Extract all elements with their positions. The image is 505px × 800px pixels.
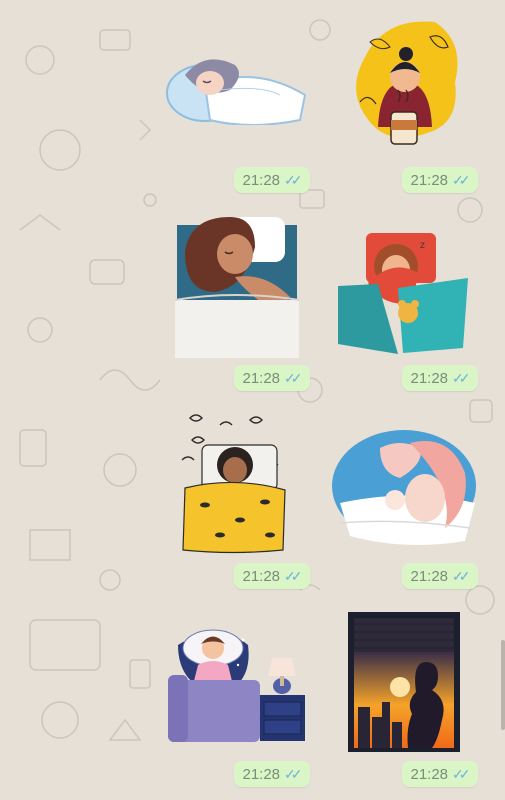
message-timestamp-6: 21:28 ✓✓ <box>402 563 478 589</box>
message-timestamp-4: 21:28 ✓✓ <box>402 365 478 391</box>
sticker-sleeping-woman-pillow[interactable] <box>165 45 310 125</box>
time-text: 21:28 <box>242 765 281 783</box>
sticker-pregnant-woman-window[interactable] <box>348 612 460 752</box>
read-ticks-icon: ✓✓ <box>452 765 471 782</box>
read-ticks-icon: ✓✓ <box>284 171 303 188</box>
time-text: 21:28 <box>410 171 449 189</box>
read-ticks-icon: ✓✓ <box>284 369 303 386</box>
message-timestamp-8: 21:28 ✓✓ <box>402 761 478 787</box>
read-ticks-icon: ✓✓ <box>284 567 303 584</box>
chat-scrollbar[interactable] <box>501 640 505 730</box>
sticker-woman-coffee-cup[interactable] <box>350 17 460 162</box>
time-text: 21:28 <box>410 369 449 387</box>
message-timestamp-7: 21:28 ✓✓ <box>234 761 310 787</box>
read-ticks-icon: ✓✓ <box>452 567 471 584</box>
sticker-mother-baby-bed[interactable] <box>330 428 478 546</box>
time-text: 21:28 <box>242 369 281 387</box>
sticker-woman-teddy-bear[interactable]: z <box>338 228 468 356</box>
svg-text:z: z <box>420 240 425 251</box>
message-timestamp-1: 21:28 ✓✓ <box>234 167 310 193</box>
time-text: 21:28 <box>242 567 281 585</box>
message-timestamp-5: 21:28 ✓✓ <box>234 563 310 589</box>
message-timestamp-3: 21:28 ✓✓ <box>234 365 310 391</box>
time-text: 21:28 <box>242 171 281 189</box>
sticker-woman-sitting-bed-lamp[interactable] <box>168 620 310 745</box>
read-ticks-icon: ✓✓ <box>284 765 303 782</box>
read-ticks-icon: ✓✓ <box>452 369 471 386</box>
sticker-woman-awake-yellow-blanket[interactable] <box>180 410 290 555</box>
read-ticks-icon: ✓✓ <box>452 171 471 188</box>
time-text: 21:28 <box>410 765 449 783</box>
time-text: 21:28 <box>410 567 449 585</box>
message-timestamp-2: 21:28 ✓✓ <box>402 167 478 193</box>
sticker-woman-sleeping-bed[interactable] <box>175 212 300 360</box>
